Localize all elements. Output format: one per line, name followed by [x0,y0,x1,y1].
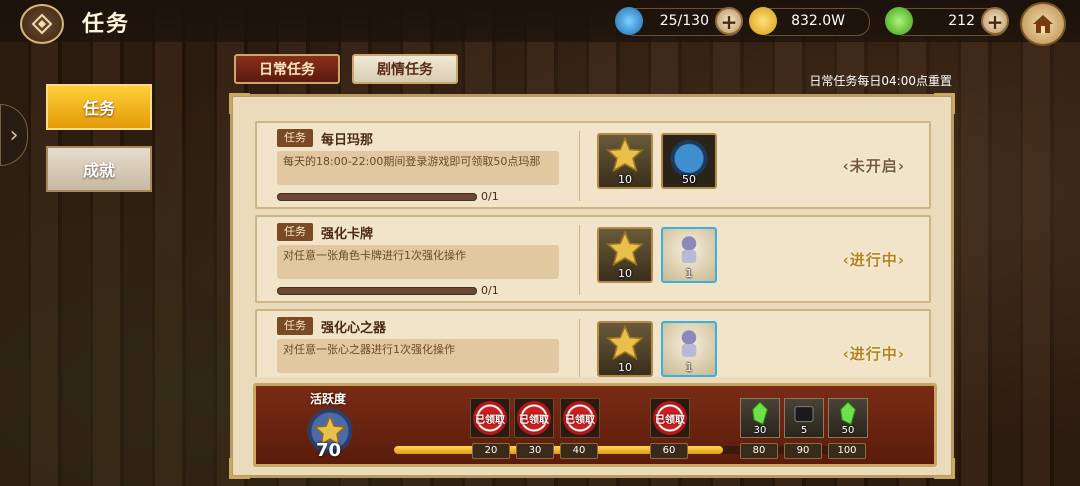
gem-value: 212 [948,13,975,29]
reward-count: 1 [685,361,693,374]
tab-story-tasks[interactable]: 剧情任务 [352,54,458,84]
tab-label: 剧情任务 [377,62,433,78]
reward-count: 1 [685,267,693,280]
sidebar-item-tasks[interactable]: 任务 [46,84,152,130]
reward-item[interactable]: 10 [597,321,653,377]
reward-item[interactable]: 10 [597,227,653,283]
tab-daily-tasks[interactable]: 日常任务 [234,54,340,84]
diamond-back-icon [31,13,53,35]
milestone-label: 60 [650,443,688,459]
task-description: 对任意一张角色卡牌进行1次强化操作 [277,245,559,279]
reward-count: 50 [682,173,696,186]
activity-bar: 活跃度 70 已领取 已领取 已领取 已领取 30 5 50 20 30 40 … [253,383,937,467]
divider [579,131,580,201]
add-gems-button[interactable]: + [981,7,1009,35]
claimed-stamp: 已领取 [473,401,507,435]
activity-chest-20[interactable]: 已领取 [470,398,510,438]
activity-chest-30[interactable]: 已领取 [514,398,554,438]
task-panel: 任务 每日玛那 每天的18:00-22:00期间登录游戏即可领取50点玛那 0/… [229,93,955,479]
task-description: 每天的18:00-22:00期间登录游戏即可领取50点玛那 [277,151,559,185]
task-status: ‹未开启› [842,157,905,175]
activity-reward-100[interactable]: 50 [828,398,868,438]
milestone-label: 20 [472,443,510,459]
green-gem-icon [885,7,913,35]
reset-note: 日常任务每日04:00点重置 [809,74,952,88]
mana-drop-icon [615,7,643,35]
activity-label: 活跃度 [310,392,347,406]
home-icon [1033,15,1053,33]
reward-item[interactable]: 50 [661,133,717,189]
claimed-stamp: 已领取 [517,401,551,435]
top-bar: 任务 25/130 + 832.0W 212 + [0,0,1080,46]
panel-corner [934,93,955,114]
reward-item[interactable]: 1 [661,321,717,377]
task-name: 强化卡牌 [321,227,374,242]
reward-count: 30 [753,425,767,436]
reward-count: 5 [800,425,808,436]
reward-item[interactable]: 10 [597,133,653,189]
task-progress-text: 0/1 [481,190,499,203]
task-badge: 任务 [277,129,313,147]
task-row: 任务 每日玛那 每天的18:00-22:00期间登录游戏即可领取50点玛那 0/… [255,121,931,209]
task-name: 强化心之器 [321,321,387,336]
gold-value: 832.0W [791,13,845,29]
gem-counter: 212 + [885,7,1009,36]
task-status-text: 未开启 [849,157,898,175]
task-progress-text: 0/1 [481,284,499,297]
milestone-label: 90 [784,443,822,459]
gold-star-icon [606,324,644,361]
add-stamina-button[interactable]: + [715,7,743,35]
activity-reward-90[interactable]: 5 [784,398,824,438]
reward-count: 50 [841,425,855,436]
stamina-counter: 25/130 + [615,7,743,36]
milestone-label: 100 [828,443,866,459]
task-status: ‹进行中› [842,251,905,269]
activity-chest-40[interactable]: 已领取 [560,398,600,438]
task-list[interactable]: 任务 每日玛那 每天的18:00-22:00期间登录游戏即可领取50点玛那 0/… [255,119,931,377]
reward-count: 10 [618,361,632,374]
task-badge: 任务 [277,223,313,241]
divider [579,319,580,377]
task-row: 任务 强化卡牌 对任意一张角色卡牌进行1次强化操作 0/1 10 1 ‹进行中› [255,215,931,303]
activity-chest-60[interactable]: 已领取 [650,398,690,438]
sidebar-item-label: 任务 [82,99,115,118]
claimed-stamp: 已领取 [563,401,597,435]
page-title: 任务 [82,12,131,37]
home-button[interactable] [1020,2,1066,46]
back-button[interactable] [20,4,64,44]
panel-corner [229,93,250,114]
panel-corner [229,458,250,479]
reward-count: 10 [618,173,632,186]
tab-label: 日常任务 [259,62,315,78]
activity-reward-80[interactable]: 30 [740,398,780,438]
divider [579,225,580,295]
milestone-label: 40 [560,443,598,459]
milestone-label: 30 [516,443,554,459]
sidebar-item-label: 成就 [82,161,115,180]
gold-counter: 832.0W [749,7,870,36]
task-badge: 任务 [277,317,313,335]
panel-corner [934,458,955,479]
gold-star-icon [606,136,644,173]
milestone-label: 80 [740,443,778,459]
reward-item[interactable]: 1 [661,227,717,283]
sidebar-item-achievements[interactable]: 成就 [46,146,152,192]
stamina-value: 25/130 [659,13,709,29]
task-row: 任务 强化心之器 对任意一张心之器进行1次强化操作 10 1 ‹进行中› [255,309,931,377]
gold-star-icon [606,230,644,267]
activity-value: 70 [316,440,342,461]
task-progress-bar [277,287,477,295]
task-status-text: 进行中 [849,251,898,269]
task-progress-bar [277,193,477,201]
claimed-stamp: 已领取 [653,401,687,435]
task-status: ‹进行中› [842,345,905,363]
gold-coin-icon [749,7,777,35]
task-name: 每日玛那 [321,133,374,148]
task-description: 对任意一张心之器进行1次强化操作 [277,339,559,373]
task-status-text: 进行中 [849,345,898,363]
reward-count: 10 [618,267,632,280]
character-card-icon [681,330,697,357]
character-card-icon [681,236,697,263]
chevron-right-icon: › [9,122,19,148]
